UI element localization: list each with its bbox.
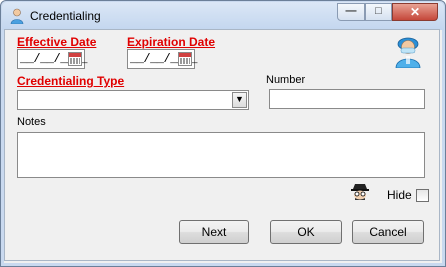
window-title: Credentialing [30, 9, 101, 23]
calendar-icon[interactable] [68, 52, 82, 66]
person-icon [10, 8, 24, 24]
title-bar[interactable]: Credentialing — □ ✕ [2, 2, 444, 30]
notes-label: Notes [17, 116, 46, 128]
ok-button[interactable]: OK [270, 220, 342, 244]
calendar-icon[interactable] [178, 52, 192, 66]
next-button[interactable]: Next [179, 220, 249, 244]
minimize-button[interactable]: — [337, 3, 365, 21]
cancel-button[interactable]: Cancel [352, 220, 424, 244]
expiration-date-label: Expiration Date [127, 35, 216, 49]
notes-textarea[interactable] [17, 132, 425, 178]
effective-date-field[interactable]: __/__/____ [17, 49, 88, 69]
hide-checkbox[interactable] [416, 189, 429, 202]
minimize-icon: — [345, 5, 357, 17]
dropdown-button[interactable]: ▼ [232, 92, 247, 108]
credentialing-type-label: Credentialing Type [17, 74, 125, 88]
close-button[interactable]: ✕ [392, 3, 438, 21]
close-icon: ✕ [409, 5, 421, 19]
number-input[interactable] [269, 89, 425, 109]
hide-label: Hide [387, 188, 412, 202]
maximize-button[interactable]: □ [365, 3, 392, 21]
effective-date-label: Effective Date [17, 35, 97, 49]
chevron-down-icon: ▼ [235, 94, 244, 104]
doctor-avatar-icon [395, 37, 421, 68]
credentialing-type-select[interactable]: ▼ [17, 90, 249, 110]
maximize-icon: □ [375, 5, 382, 17]
expiration-date-field[interactable]: __/__/____ [127, 49, 198, 69]
spy-icon [351, 184, 369, 200]
number-label: Number [266, 74, 306, 86]
